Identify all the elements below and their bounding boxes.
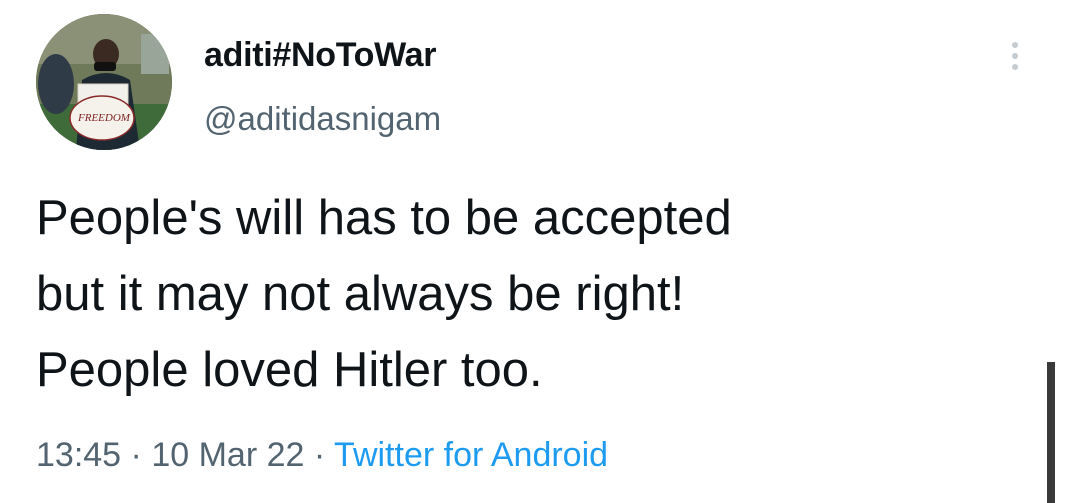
tweet-meta: 13:45 · 10 Mar 22 · Twitter for Android <box>36 436 608 475</box>
scrollbar[interactable] <box>1047 362 1055 503</box>
meta-separator: · <box>130 436 142 474</box>
tweet-date[interactable]: 10 Mar 22 <box>151 436 304 474</box>
author-display-name[interactable]: aditi#NoToWar <box>204 36 437 75</box>
tweet-text-line: People's will has to be accepted <box>36 191 732 245</box>
tweet-text-line: but it may not always be right! <box>36 267 685 321</box>
more-vertical-icon-dot <box>1012 64 1018 70</box>
tweet-text-line: People loved Hitler too. <box>36 343 543 397</box>
avatar-sign-text: FREEDOM <box>78 112 130 124</box>
tweet-source-link[interactable]: Twitter for Android <box>334 436 608 474</box>
more-vertical-icon-dot <box>1012 53 1018 59</box>
more-vertical-icon <box>1012 42 1018 48</box>
more-options-button[interactable] <box>1000 34 1030 78</box>
avatar-photo <box>36 14 172 150</box>
avatar[interactable]: FREEDOM <box>36 14 172 150</box>
meta-separator: · <box>313 436 326 474</box>
author-handle[interactable]: @aditidasnigam <box>204 100 441 138</box>
tweet-text: People's will has to be accepted but it … <box>36 180 1026 408</box>
tweet-time[interactable]: 13:45 <box>36 436 121 474</box>
